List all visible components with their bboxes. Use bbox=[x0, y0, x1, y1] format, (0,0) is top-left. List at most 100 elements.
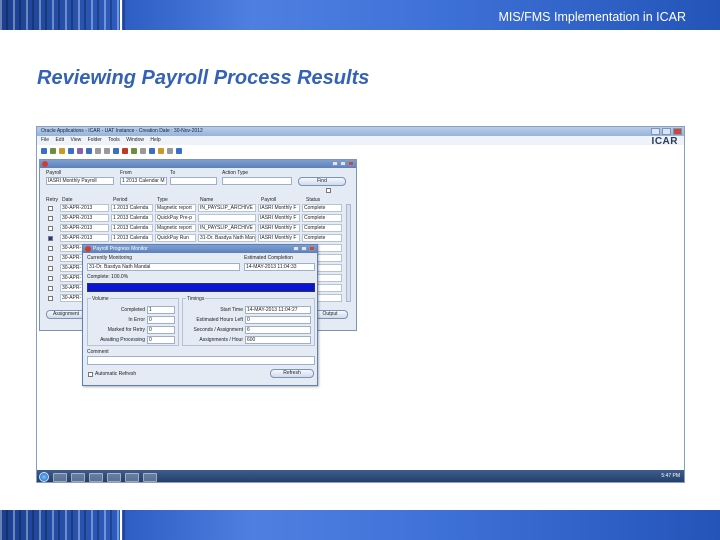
minimize-icon[interactable] bbox=[651, 128, 660, 135]
menu-file[interactable]: File bbox=[41, 137, 49, 143]
close-icon[interactable] bbox=[309, 246, 315, 251]
taskbar-clock[interactable]: 5:47 PM bbox=[661, 473, 680, 479]
toolbar bbox=[37, 146, 637, 156]
toolbar-icon[interactable] bbox=[167, 148, 173, 154]
from-label: From bbox=[120, 170, 132, 176]
completed-field: 1 bbox=[147, 306, 175, 314]
toolbar-icon[interactable] bbox=[149, 148, 155, 154]
minimize-icon[interactable] bbox=[293, 246, 299, 251]
slide-title: Reviewing Payroll Process Results bbox=[37, 67, 370, 89]
oracle-screenshot: Oracle Applications - ICAR - UAT Instanc… bbox=[36, 126, 685, 483]
payroll-col-header: Payroll bbox=[261, 197, 277, 203]
monitor-titlebar: Payroll Progress Monitor bbox=[83, 245, 317, 253]
table-row[interactable]: 30-APR-2013 1 2013 Calenda QuickPay Pre-p I… bbox=[44, 214, 344, 223]
awaiting-processing-label: Awaiting Processing bbox=[100, 337, 145, 343]
completed-label: Completed bbox=[120, 307, 145, 313]
complete-percent-text: Complete: 100.0% bbox=[87, 274, 129, 280]
maximize-icon[interactable] bbox=[340, 161, 346, 166]
marked-for-retry-field: 0 bbox=[147, 326, 175, 334]
maximize-icon[interactable] bbox=[662, 128, 671, 135]
marked-for-retry-label: Marked for Retry bbox=[107, 327, 145, 333]
toolbar-icon[interactable] bbox=[158, 148, 164, 154]
toolbar-icon[interactable] bbox=[104, 148, 110, 154]
menu-tools[interactable]: Tools bbox=[108, 137, 120, 143]
currently-monitoring-field: 31-Dr. Basdya Nath Mandal bbox=[87, 263, 240, 271]
type-col-header: Type bbox=[157, 197, 168, 203]
toolbar-icon[interactable] bbox=[131, 148, 137, 154]
oracle-icon bbox=[42, 161, 48, 167]
from-field[interactable]: 1 2013 Calendar M bbox=[120, 177, 167, 185]
toolbar-icon[interactable] bbox=[176, 148, 182, 154]
seconds-per-assignment-label: Seconds / Assignment bbox=[193, 327, 243, 333]
menu-window[interactable]: Window bbox=[126, 137, 144, 143]
menu-edit[interactable]: Edit bbox=[55, 137, 64, 143]
taskbar-app-icon[interactable] bbox=[89, 472, 103, 482]
awaiting-processing-field: 0 bbox=[147, 336, 175, 344]
action-type-label: Action Type bbox=[222, 170, 249, 176]
action-type-field[interactable] bbox=[222, 177, 292, 185]
icar-logo: ICAR bbox=[651, 136, 678, 147]
progress-bar bbox=[87, 283, 315, 292]
period-col-header: Period bbox=[113, 197, 128, 203]
toolbar-icon[interactable] bbox=[86, 148, 92, 154]
table-row[interactable]: 30-APR-2013 1 2013 Calenda Magnetic report… bbox=[44, 224, 344, 233]
maximize-icon[interactable] bbox=[301, 246, 307, 251]
start-button-icon[interactable] bbox=[39, 472, 49, 482]
bottom-banner bbox=[0, 510, 720, 540]
menu-folder[interactable]: Folder bbox=[88, 137, 102, 143]
assignment-button[interactable]: Assignment bbox=[46, 310, 86, 319]
toolbar-icon[interactable] bbox=[68, 148, 74, 154]
menu-view[interactable]: View bbox=[70, 137, 81, 143]
date-col-header: Date bbox=[62, 197, 73, 203]
toolbar-icon[interactable] bbox=[59, 148, 65, 154]
header-title: MIS/FMS Implementation in ICAR bbox=[498, 10, 686, 24]
close-icon[interactable] bbox=[348, 161, 354, 166]
toolbar-icon[interactable] bbox=[41, 148, 47, 154]
toolbar-icon[interactable] bbox=[140, 148, 146, 154]
toolbar-icon[interactable] bbox=[122, 148, 128, 154]
progress-monitor-dialog: Payroll Progress Monitor Currently Monit… bbox=[82, 244, 318, 386]
automatic-refresh-checkbox[interactable] bbox=[88, 372, 93, 377]
toolbar-icon[interactable] bbox=[113, 148, 119, 154]
checkbox[interactable] bbox=[326, 188, 331, 193]
taskbar-app-icon[interactable] bbox=[107, 472, 121, 482]
minimize-icon[interactable] bbox=[332, 161, 338, 166]
top-banner: MIS/FMS Implementation in ICAR bbox=[0, 0, 720, 30]
oracle-icon bbox=[85, 246, 91, 252]
seconds-per-assignment-field: 6 bbox=[245, 326, 311, 334]
windows-taskbar: 5:47 PM bbox=[37, 470, 684, 482]
retry-col-header: Retry bbox=[46, 197, 58, 203]
to-label: To bbox=[170, 170, 176, 176]
table-row[interactable]: 30-APR-2013 1 2013 Calenda Magnetic report… bbox=[44, 204, 344, 213]
status-col-header: Status bbox=[306, 197, 321, 203]
estimated-completion-field: 14-MAY-2013 11:04:33 bbox=[244, 263, 315, 271]
toolbar-icon[interactable] bbox=[95, 148, 101, 154]
in-error-label: In Error bbox=[128, 317, 145, 323]
taskbar-app-icon[interactable] bbox=[53, 472, 67, 482]
toolbar-icon[interactable] bbox=[77, 148, 83, 154]
timings-label: Timings bbox=[186, 296, 206, 302]
menu-help[interactable]: Help bbox=[150, 137, 160, 143]
hours-left-label: Estimated Hours Left bbox=[196, 317, 243, 323]
app-titlebar: Oracle Applications - ICAR - UAT Instanc… bbox=[37, 127, 684, 136]
refresh-button[interactable]: Refresh bbox=[270, 369, 314, 378]
in-error-field: 0 bbox=[147, 316, 175, 324]
monitor-title: Payroll Progress Monitor bbox=[93, 246, 148, 252]
taskbar-app-icon[interactable] bbox=[143, 472, 157, 482]
close-icon[interactable] bbox=[673, 128, 682, 135]
currently-monitoring-label: Currently Monitoring bbox=[87, 255, 133, 261]
taskbar-app-icon[interactable] bbox=[125, 472, 139, 482]
volume-label: Volume bbox=[91, 296, 110, 302]
to-field[interactable] bbox=[170, 177, 217, 185]
table-row-selected[interactable]: 30-APR-2013 1 2013 Calenda QuickPay Run 31-… bbox=[44, 234, 344, 243]
taskbar-app-icon[interactable] bbox=[71, 472, 85, 482]
menu-bar: File Edit View Folder Tools Window Help bbox=[37, 136, 684, 145]
payroll-field[interactable]: IASRI Monthly Payroll bbox=[46, 177, 114, 185]
comment-label: Comment bbox=[87, 349, 109, 355]
assignments-per-hour-field: 600 bbox=[245, 336, 311, 344]
toolbar-icon[interactable] bbox=[50, 148, 56, 154]
comment-field[interactable] bbox=[87, 356, 315, 365]
name-col-header: Name bbox=[200, 197, 214, 203]
find-button[interactable]: Find bbox=[298, 177, 346, 186]
table-scrollbar[interactable] bbox=[346, 204, 351, 302]
